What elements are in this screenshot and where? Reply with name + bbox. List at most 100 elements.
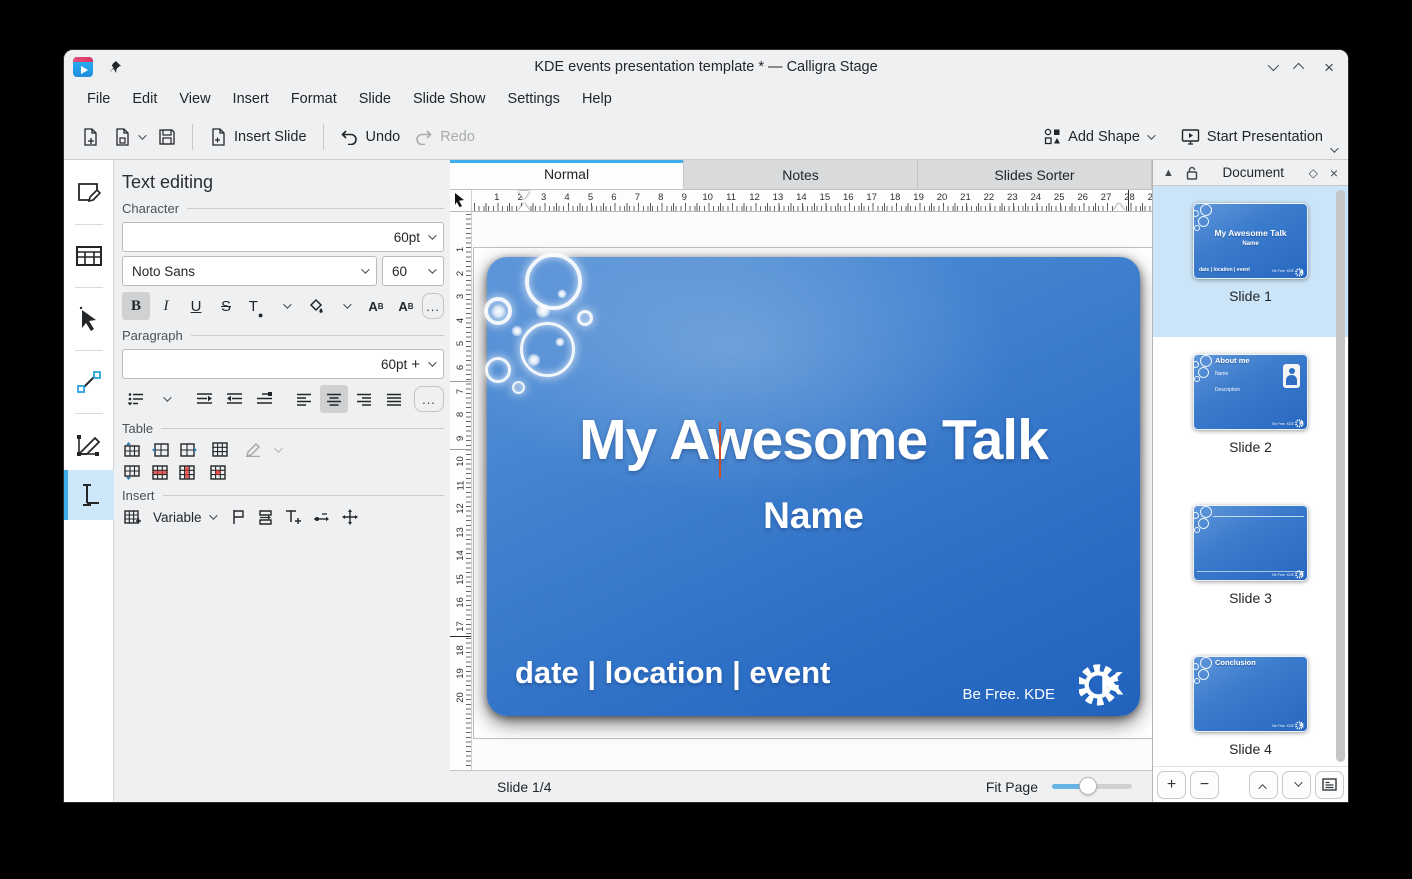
slide-thumbnail-item-3[interactable]: Be Free. KDE K Slide 3	[1153, 488, 1348, 639]
open-recent-chevron-icon[interactable]	[138, 131, 146, 139]
horizontal-ruler[interactable]: 1234567891011121314151617181920212223242…	[472, 190, 1152, 211]
tool-text-editing[interactable]	[64, 470, 114, 520]
insert-row-above-button[interactable]	[124, 442, 141, 457]
slide-canvas[interactable]: My Awesome Talk Name date | location | e…	[472, 212, 1152, 770]
menu-item[interactable]: Slide	[348, 87, 402, 111]
menu-item[interactable]: Settings	[497, 87, 571, 111]
move-slide-up-button[interactable]	[1249, 771, 1278, 799]
menu-item[interactable]: Format	[280, 87, 348, 111]
insert-column-right-button[interactable]	[180, 442, 197, 457]
tool-connector[interactable]	[64, 357, 114, 407]
table-border-chevron[interactable]	[274, 444, 282, 452]
font-size-combobox[interactable]: 60	[382, 256, 444, 286]
slide-editor[interactable]: My Awesome Talk Name date | location | e…	[487, 257, 1140, 716]
slide-4-thumbnail[interactable]: Conclusion Be Free. KDE K	[1193, 656, 1308, 732]
minimize-button[interactable]	[1268, 60, 1279, 71]
tool-path-edit[interactable]	[64, 420, 114, 470]
align-right-button[interactable]	[350, 385, 378, 413]
superscript-button[interactable]: AB	[362, 292, 390, 320]
insert-anchor-button[interactable]	[342, 509, 358, 525]
paragraph-more-button[interactable]: ...	[414, 386, 444, 412]
open-document-button[interactable]	[106, 122, 151, 152]
align-justify-button[interactable]	[380, 385, 408, 413]
close-button[interactable]: ×	[1324, 59, 1334, 76]
new-document-button[interactable]	[74, 122, 106, 152]
zoom-mode-label[interactable]: Fit Page	[986, 779, 1038, 795]
decrease-indent-button[interactable]	[190, 385, 218, 413]
align-center-button[interactable]	[320, 385, 348, 413]
italic-button[interactable]: I	[152, 292, 180, 320]
character-more-button[interactable]: ...	[422, 293, 444, 319]
insert-table-button[interactable]	[124, 510, 141, 525]
collapse-docker-icon[interactable]: ▲	[1163, 167, 1174, 179]
list-style-button[interactable]	[122, 385, 150, 413]
insert-soft-hyphen-button[interactable]	[313, 511, 330, 524]
slide-thumbnail-item-1[interactable]: My Awesome Talk Name date | location | e…	[1153, 186, 1348, 337]
undo-button[interactable]: Undo	[333, 122, 408, 151]
zoom-slider[interactable]	[1052, 784, 1132, 789]
delete-column-button[interactable]	[179, 465, 195, 480]
tab-slides-sorter[interactable]: Slides Sorter	[918, 160, 1152, 189]
background-color-chevron[interactable]	[332, 292, 360, 320]
insert-column-left-button[interactable]	[152, 442, 169, 457]
lock-icon[interactable]	[1186, 166, 1198, 180]
start-presentation-button[interactable]: Start Presentation	[1174, 122, 1330, 151]
insert-row-below-button[interactable]	[124, 465, 141, 480]
underline-button[interactable]: U	[182, 292, 210, 320]
insert-bookmark-button[interactable]	[231, 509, 246, 525]
maximize-button[interactable]	[1293, 63, 1304, 74]
float-docker-icon[interactable]: ◇	[1309, 166, 1318, 180]
menu-item[interactable]: File	[76, 87, 121, 111]
remove-slide-button[interactable]: −	[1190, 771, 1219, 799]
start-presentation-chevron-icon[interactable]	[1330, 144, 1338, 152]
slide-thumbnail-item-4[interactable]: Conclusion Be Free. KDE K Slide 4	[1153, 639, 1348, 766]
slide-footer-text[interactable]: date | location | event	[515, 655, 830, 691]
text-color-chevron[interactable]	[272, 292, 300, 320]
menu-item[interactable]: Edit	[121, 87, 168, 111]
slide-subtitle-text[interactable]: Name	[487, 495, 1140, 537]
tool-frames[interactable]	[64, 231, 114, 281]
menu-item[interactable]: Help	[571, 87, 623, 111]
list-style-chevron[interactable]	[152, 385, 180, 413]
insert-frame-break-button[interactable]	[258, 510, 273, 525]
insert-slide-button[interactable]: Insert Slide	[202, 122, 314, 152]
tab-notes[interactable]: Notes	[684, 160, 918, 189]
tab-normal[interactable]: Normal	[450, 160, 684, 189]
background-color-button[interactable]	[302, 292, 330, 320]
paragraph-spacing-combobox[interactable]: 60pt +	[122, 349, 444, 379]
docker-scrollbar[interactable]	[1336, 190, 1345, 762]
first-line-indent-button[interactable]	[250, 385, 278, 413]
delete-table-button[interactable]	[210, 465, 226, 480]
character-style-combobox[interactable]: 60pt	[122, 222, 444, 252]
tool-edit-shapes[interactable]	[64, 168, 114, 218]
menu-item[interactable]: Slide Show	[402, 87, 497, 111]
move-slide-down-button[interactable]	[1282, 771, 1311, 799]
first-line-indent-marker[interactable]	[518, 191, 530, 199]
subscript-button[interactable]: AB	[392, 292, 420, 320]
slide-thumbnail-item-2[interactable]: About me Name Description Be Free. KDE K…	[1153, 337, 1348, 488]
slide-title-text[interactable]: My Awesome Talk	[487, 407, 1140, 473]
right-indent-marker[interactable]	[1113, 203, 1125, 211]
table-border-pen-button[interactable]	[245, 443, 263, 457]
slide-2-thumbnail[interactable]: About me Name Description Be Free. KDE K	[1193, 354, 1308, 430]
add-shape-button[interactable]: Add Shape	[1037, 122, 1160, 151]
insert-text-button[interactable]	[285, 509, 301, 525]
delete-row-button[interactable]	[152, 465, 168, 480]
bold-button[interactable]: B	[122, 292, 150, 320]
text-color-button[interactable]: T●	[242, 292, 270, 320]
strikethrough-button[interactable]: S	[212, 292, 240, 320]
increase-indent-button[interactable]	[220, 385, 248, 413]
add-slide-button[interactable]: +	[1157, 771, 1186, 799]
save-button[interactable]	[151, 122, 183, 152]
slide-3-thumbnail[interactable]: Be Free. KDE K	[1193, 505, 1308, 581]
redo-button[interactable]: Redo	[407, 122, 482, 151]
zoom-slider-thumb[interactable]	[1079, 777, 1097, 795]
thumbnail-view-options-button[interactable]	[1315, 771, 1344, 799]
menu-item[interactable]: View	[168, 87, 221, 111]
tool-select[interactable]	[64, 294, 114, 344]
font-family-combobox[interactable]: Noto Sans	[122, 256, 377, 286]
insert-variable-dropdown[interactable]: Variable	[153, 510, 215, 525]
insert-table-grid-button[interactable]	[212, 442, 228, 457]
close-docker-icon[interactable]: ×	[1330, 166, 1338, 180]
left-indent-marker[interactable]	[518, 203, 530, 211]
